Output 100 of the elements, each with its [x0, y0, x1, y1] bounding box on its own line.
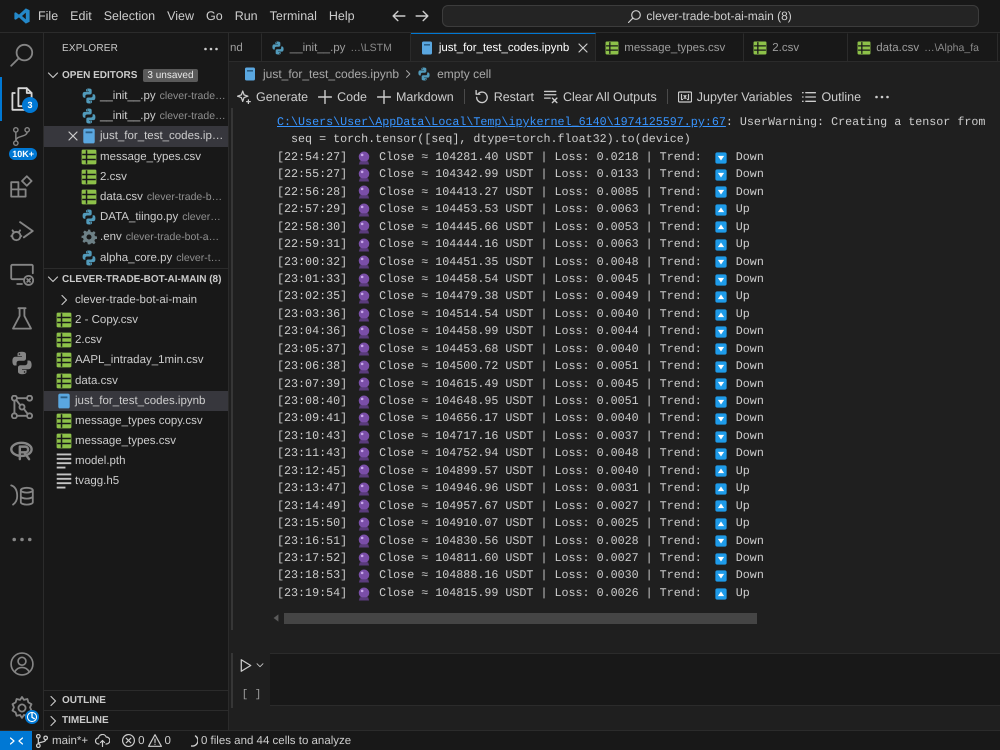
file-tree-item[interactable]: message_types.csv — [44, 431, 228, 452]
scroll-left-icon[interactable] — [273, 614, 279, 622]
spreadsheet-icon — [857, 41, 872, 55]
analysis-status[interactable]: 0 files and 44 cells to analyze — [190, 734, 352, 746]
menu-item[interactable]: View — [161, 6, 200, 26]
graph-icon[interactable] — [10, 395, 34, 419]
close-icon[interactable] — [578, 43, 588, 53]
open-editor-item[interactable]: DATA_tiingo.py clever… — [44, 207, 228, 228]
file-tree-item[interactable]: just_for_test_codes.ipynb — [44, 390, 228, 411]
open-editor-item[interactable]: message_types.csv — [44, 146, 228, 167]
toolbar-button[interactable]: Code — [318, 90, 368, 104]
section-header[interactable]: OPEN EDITORS 3 unsaved — [44, 64, 228, 86]
toolbar-button[interactable]: Clear All Outputs — [544, 90, 657, 104]
search-icon[interactable] — [10, 43, 34, 67]
editor-tab[interactable]: 2.csv — [744, 33, 848, 61]
close-icon[interactable] — [68, 131, 78, 142]
python-icon — [81, 88, 97, 104]
more-icon[interactable] — [12, 536, 32, 542]
database-icon[interactable] — [10, 483, 34, 507]
menu-item[interactable]: Help — [322, 6, 361, 26]
open-editor-item[interactable]: __init__.py clever-trade… — [44, 86, 228, 106]
python-icon — [81, 108, 97, 124]
crystal-ball-icon — [358, 290, 370, 304]
log-message: Close ≈ 104514.54 USDT | Loss: 0.0040 | Trend: — [379, 306, 702, 323]
file-link[interactable]: C:\Users\User\AppData\Local\Temp\ipykernel_6140\1974125597.py:67 — [277, 114, 726, 132]
log-message: Close ≈ 104899.57 USDT | Loss: 0.0040 | Trend: — [379, 462, 702, 480]
menu-item[interactable]: Go — [200, 6, 229, 26]
extensions-icon[interactable] — [10, 175, 34, 199]
log-message: Close ≈ 104413.27 USDT | Loss: 0.0085 | Trend: — [379, 184, 702, 201]
open-editor-item[interactable]: 2.csv — [44, 166, 228, 187]
remote-button[interactable] — [0, 731, 32, 750]
breadcrumb-item[interactable]: just_for_test_codes.ipynb — [243, 66, 400, 80]
file-tree-item[interactable]: clever-trade-bot-ai-main — [44, 290, 228, 310]
flask-icon[interactable] — [10, 307, 34, 331]
run-icon[interactable] — [240, 658, 252, 672]
file-tree-item[interactable]: AAPL_intraday_1min.csv — [44, 350, 228, 370]
python-icon[interactable] — [10, 351, 34, 375]
trend-label: Up — [736, 480, 750, 498]
notebook-icon — [243, 66, 257, 80]
problems-status[interactable]: 0 0 — [122, 734, 171, 747]
open-editor-item[interactable]: alpha_core.py clever-t… — [44, 248, 228, 268]
chevron-right-icon[interactable] — [49, 694, 57, 706]
chevron-down-icon[interactable] — [256, 662, 264, 668]
search-field[interactable]: clever-trade-bot-ai-main (8) — [442, 5, 979, 27]
toolbar-button[interactable]: Jupyter Variables — [678, 90, 792, 104]
back-arrow-icon[interactable] — [392, 10, 406, 22]
file-tree-item[interactable]: tvagg.h5 — [44, 471, 228, 492]
toolbar-button[interactable]: Markdown — [377, 90, 454, 104]
section-header[interactable]: CLEVER-TRADE-BOT-AI-MAIN (8) — [44, 268, 228, 290]
file-tree-item[interactable]: message_types copy.csv — [44, 410, 228, 431]
editor-tab[interactable]: data.csv …\Alpha_fa — [848, 33, 998, 61]
menu-item[interactable]: Run — [228, 6, 264, 26]
toolbar-button[interactable]: Restart — [474, 90, 534, 104]
files-icon[interactable] — [10, 87, 34, 111]
chevron-right-icon[interactable] — [49, 714, 57, 726]
menu-item[interactable]: Edit — [64, 6, 98, 26]
branch-status[interactable]: main*+ — [36, 734, 88, 748]
settings-icon[interactable] — [10, 696, 34, 720]
editor-tab[interactable]: message_types.csv — [596, 33, 744, 61]
menu-item[interactable]: Terminal — [264, 6, 323, 26]
log-timestamp: [22:59:31] — [277, 236, 348, 254]
trend-label: Up — [736, 515, 750, 532]
forward-arrow-icon[interactable] — [414, 10, 429, 22]
warning-text: : UserWarning: Creating a tensor from — [726, 114, 986, 131]
file-tree-item[interactable]: model.pth — [44, 451, 228, 472]
more-icon[interactable] — [875, 94, 890, 98]
editor-tab[interactable]: nd — [229, 33, 262, 61]
open-editor-item[interactable]: just_for_test_codes.ip… — [44, 126, 228, 147]
file-tree-item[interactable]: data.csv — [44, 370, 228, 391]
scrollbar-thumb[interactable] — [284, 612, 757, 624]
account-icon[interactable] — [10, 652, 34, 676]
cloud-upload-icon[interactable] — [95, 734, 110, 747]
file-tree-item[interactable]: 2.csv — [44, 330, 228, 350]
log-timestamp: [22:56:28] — [277, 184, 348, 201]
file-tree-item[interactable]: 2 - Copy.csv — [44, 310, 228, 330]
chevron-down-icon[interactable] — [47, 71, 59, 79]
count-badge: 10K+ — [9, 148, 37, 160]
log-timestamp: [22:57:29] — [277, 201, 348, 218]
toolbar-button[interactable]: Outline — [802, 90, 862, 104]
monitor-icon[interactable] — [10, 263, 34, 287]
more-icon[interactable] — [204, 46, 218, 50]
log-message: Close ≈ 104815.99 USDT | Loss: 0.0026 | Trend: — [379, 584, 702, 602]
r-icon[interactable] — [10, 439, 34, 463]
log-message: Close ≈ 104656.17 USDT | Loss: 0.0040 | Trend: — [379, 410, 702, 428]
crystal-ball-icon — [358, 464, 370, 478]
breadcrumb-item[interactable]: empty cell — [417, 66, 492, 80]
chevron-right-icon[interactable] — [60, 294, 68, 306]
menu-item[interactable]: File — [32, 6, 64, 26]
open-editor-item[interactable]: .env clever-trade-bot-a… — [44, 227, 228, 248]
crystal-ball-icon — [358, 499, 370, 514]
editor-tab[interactable]: just_for_test_codes.ipynb — [410, 33, 596, 61]
source-control-icon[interactable] — [13, 127, 30, 146]
section-header[interactable]: OUTLINE — [44, 690, 228, 710]
menu-item[interactable]: Selection — [98, 6, 162, 26]
log-timestamp: [23:11:43] — [277, 445, 348, 462]
toolbar-button[interactable]: Generate — [237, 90, 308, 104]
run-debug-icon[interactable] — [10, 219, 34, 243]
open-editor-item[interactable]: data.csv clever-trade-b… — [44, 186, 228, 208]
chevron-down-icon[interactable] — [47, 275, 59, 284]
open-editor-item[interactable]: __init__.py clever-trade… — [44, 106, 228, 126]
